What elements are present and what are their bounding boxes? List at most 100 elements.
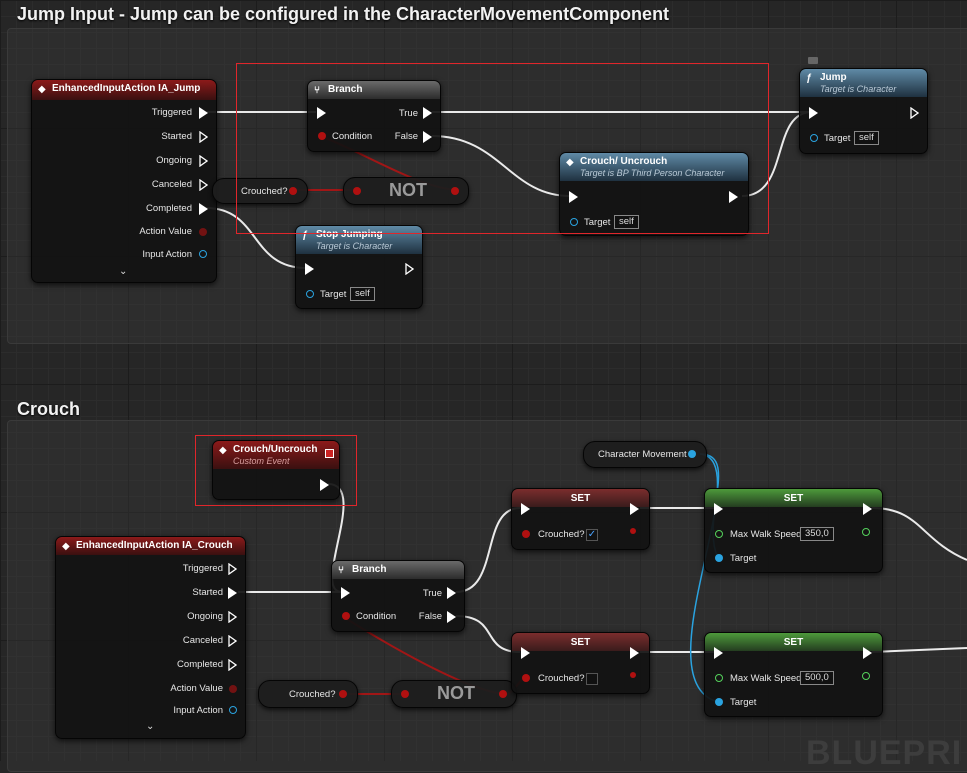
set-speed-350-header: SET (705, 489, 882, 507)
crouch-branch-false-pin[interactable] (447, 611, 456, 623)
set-false-value-pin[interactable] (522, 674, 530, 682)
pin-canceled-label: Canceled (151, 179, 192, 190)
crouch-branch-false-label: False (418, 611, 442, 622)
jump-node-header: ƒ Jump Target is Character (800, 69, 927, 97)
set-speed-500-target-pin[interactable] (715, 698, 723, 706)
jump-exec-in[interactable] (809, 107, 818, 119)
pin-canceled[interactable] (199, 179, 208, 191)
set-speed-500-exec-out[interactable] (863, 647, 872, 659)
pin-input-action[interactable] (199, 250, 207, 258)
set-speed-350-label: Max Walk Speed (730, 529, 802, 540)
stop-jumping-node[interactable]: ƒ Stop Jumping Target is Character Targe… (295, 225, 423, 309)
stop-jumping-target-label: Target (320, 289, 347, 300)
crouch-pin-input-action-label: Input Action (173, 705, 223, 716)
crouch-pin-action-value[interactable] (229, 685, 237, 693)
set-speed-350-node[interactable]: SET Max Walk Speed 350,0 Target (704, 488, 883, 573)
crouch-pin-started[interactable] (228, 587, 237, 599)
crouch-pin-action-value-label: Action Value (170, 683, 223, 694)
jump-node-subtitle: Target is Character (820, 84, 897, 94)
crouch-pin-completed-label: Completed (177, 659, 223, 670)
crouch-branch-exec-in[interactable] (341, 587, 350, 599)
set-true-exec-in[interactable] (521, 503, 530, 515)
crouch-pin-input-action[interactable] (229, 706, 237, 714)
set-speed-500-exec-in[interactable] (714, 647, 723, 659)
pin-ongoing-label: Ongoing (156, 155, 192, 166)
crouch-pin-completed[interactable] (228, 659, 237, 671)
set-speed-350-value-pin[interactable] (715, 530, 723, 538)
crouch-pin-triggered-label: Triggered (182, 563, 223, 574)
set-true-value-pin[interactable] (522, 530, 530, 538)
stop-jumping-exec-in[interactable] (305, 263, 314, 275)
stop-jumping-exec-out[interactable] (405, 263, 414, 275)
jump-exec-out[interactable] (910, 107, 919, 119)
set-crouched-false-node[interactable]: SET Crouched? (511, 632, 650, 694)
set-speed-350-target-pin[interactable] (715, 554, 723, 562)
set-false-exec-in[interactable] (521, 647, 530, 659)
crouch-branch-condition-label: Condition (356, 611, 397, 622)
set-speed-350-exec-in[interactable] (714, 503, 723, 515)
set-speed-500-title: SET (783, 637, 804, 648)
ia-jump-node[interactable]: ◆ EnhancedInputAction IA_Jump Triggered … (31, 79, 217, 283)
set-speed-500-header: SET (705, 633, 882, 651)
set-speed-500-out-pin[interactable] (862, 672, 870, 680)
stop-jumping-target-value[interactable]: self (350, 287, 375, 301)
set-false-checkbox[interactable] (586, 673, 598, 685)
crouch-crouched-getter[interactable]: Crouched? (258, 680, 358, 708)
pin-completed-label: Completed (146, 203, 192, 214)
ia-jump-header: ◆ EnhancedInputAction IA_Jump (32, 80, 216, 100)
chevron-down-icon[interactable]: ⌄ (119, 266, 127, 277)
pin-started[interactable] (199, 131, 208, 143)
ia-crouch-node[interactable]: ◆ EnhancedInputAction IA_Crouch Triggere… (55, 536, 246, 739)
set-speed-500-node[interactable]: SET Max Walk Speed 500,0 Target (704, 632, 883, 717)
character-movement-getter[interactable]: Character Movement (583, 441, 707, 468)
set-crouched-true-header: SET (512, 489, 649, 507)
set-true-out-pin[interactable] (630, 528, 636, 534)
pin-input-action-label: Input Action (142, 249, 192, 260)
crouch-branch-condition-pin[interactable] (342, 612, 350, 620)
crouch-not-out[interactable] (499, 690, 507, 698)
jump-target-pin[interactable] (810, 134, 818, 142)
pin-action-value-label: Action Value (139, 226, 192, 237)
ia-crouch-title: EnhancedInputAction IA_Crouch (76, 540, 233, 551)
crouch-not-in[interactable] (401, 690, 409, 698)
set-true-var-label: Crouched? (538, 529, 585, 540)
chevron-down-icon[interactable]: ⌄ (146, 721, 154, 732)
set-false-out-pin[interactable] (630, 672, 636, 678)
pin-ongoing[interactable] (199, 155, 208, 167)
set-true-exec-out[interactable] (630, 503, 639, 515)
crouch-branch-true-label: True (422, 588, 442, 599)
jump-node[interactable]: ƒ Jump Target is Character Target self (799, 68, 928, 154)
set-true-checkbox[interactable]: ✓ (586, 529, 598, 541)
set-speed-500-value[interactable]: 500,0 (800, 671, 834, 685)
crouch-pin-canceled[interactable] (228, 635, 237, 647)
crouch-crouched-out[interactable] (339, 690, 347, 698)
crouch-pin-triggered[interactable] (228, 563, 237, 575)
pin-action-value[interactable] (199, 228, 207, 236)
event-icon: ◆ (62, 541, 70, 552)
character-movement-out[interactable] (688, 450, 696, 458)
set-speed-500-value-pin[interactable] (715, 674, 723, 682)
set-speed-350-out-pin[interactable] (862, 528, 870, 536)
crouch-pin-canceled-label: Canceled (182, 635, 223, 646)
stop-jumping-target-pin[interactable] (306, 290, 314, 298)
set-crouched-true-node[interactable]: SET Crouched? ✓ (511, 488, 650, 550)
set-speed-350-exec-out[interactable] (863, 503, 872, 515)
set-false-exec-out[interactable] (630, 647, 639, 659)
highlight-rect-crouch (195, 435, 357, 506)
jump-node-collapse-handle[interactable] (808, 57, 818, 64)
jump-target-label: Target (824, 133, 851, 144)
branch-icon: ⑂ (338, 565, 344, 576)
pin-triggered[interactable] (199, 107, 208, 119)
jump-target-value[interactable]: self (854, 131, 879, 145)
set-speed-350-value[interactable]: 350,0 (800, 527, 834, 541)
ia-jump-title: EnhancedInputAction IA_Jump (52, 83, 201, 94)
crouch-branch-header: ⑂ Branch (332, 561, 464, 579)
crouch-pin-ongoing[interactable] (228, 611, 237, 623)
set-speed-350-target-label: Target (730, 553, 757, 564)
highlight-rect-jump (236, 63, 769, 234)
set-speed-500-target-label: Target (730, 697, 757, 708)
pin-completed[interactable] (199, 203, 208, 215)
crouch-branch-true-pin[interactable] (447, 587, 456, 599)
crouch-branch-node[interactable]: ⑂ Branch True Condition False (331, 560, 465, 632)
crouch-not-node[interactable]: NOT (391, 680, 517, 708)
